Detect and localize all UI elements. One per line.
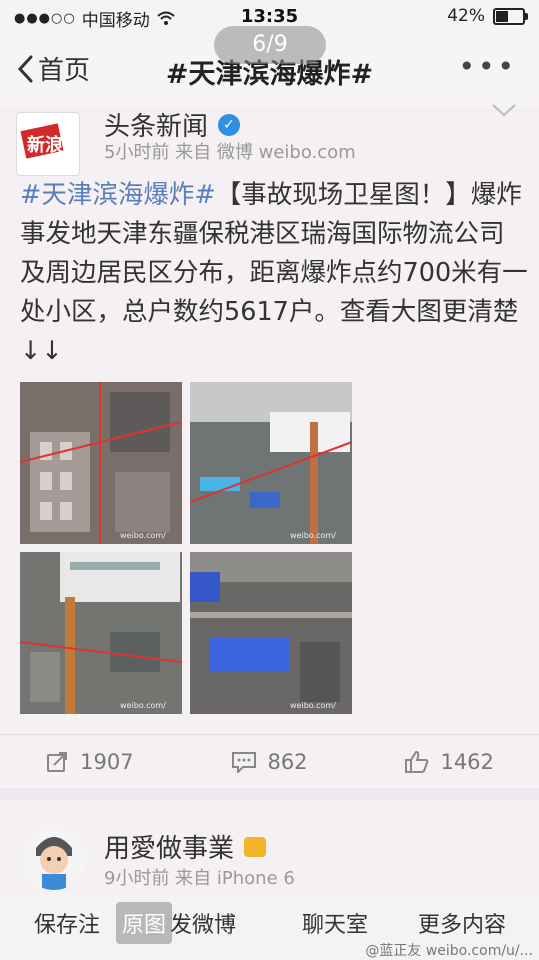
svg-text:weibo.com/: weibo.com/	[290, 531, 336, 540]
chevron-down-icon[interactable]	[491, 102, 517, 118]
send-weibo-button[interactable]: 发微博	[170, 902, 236, 944]
battery-percent: 42%	[447, 6, 485, 26]
image-watermark: weibo.com/	[120, 531, 166, 540]
post2-meta: 9小时前 来自 iPhone 6	[104, 868, 295, 889]
avatar-2[interactable]	[22, 826, 86, 890]
post-text: #天津滨海爆炸#【事故现场卫星图！】爆炸事发地天津东疆保税港区瑞海国际物流公司及…	[20, 176, 528, 371]
repost-button[interactable]: 1907	[0, 735, 180, 789]
save-suffix: 注	[78, 913, 101, 938]
weibo-watermark: @蓝正友 weibo.com/u/...	[365, 943, 533, 959]
post-meta: 5小时前 来自 微博 weibo.com	[104, 142, 356, 163]
repost-count: 1907	[80, 750, 134, 774]
comment-icon	[232, 752, 257, 773]
satellite-image-1[interactable]: weibo.com/	[20, 382, 182, 544]
post2-author[interactable]: 用愛做事業	[104, 828, 267, 865]
thumbs-up-icon	[405, 750, 429, 773]
repost-icon	[47, 752, 68, 772]
post-actions: 1907 862 1462	[0, 734, 539, 789]
chat-label: 聊天	[302, 913, 347, 938]
more-button[interactable]: •••	[458, 50, 517, 83]
svg-text:weibo.com/: weibo.com/	[290, 701, 336, 710]
avatar-text: 新浪	[27, 134, 63, 156]
battery-fill	[496, 10, 508, 22]
like-button[interactable]: 1462	[359, 735, 539, 789]
battery-icon	[493, 7, 528, 25]
member-badge-icon	[244, 836, 267, 857]
like-count: 1462	[440, 750, 494, 774]
save-label: 保存	[34, 913, 79, 938]
hashtag-link[interactable]: #天津滨海爆炸#	[20, 180, 216, 210]
image-page-indicator: 6/9	[214, 26, 326, 64]
satellite-image-3[interactable]: weibo.com/	[20, 552, 182, 714]
satellite-image-2[interactable]: weibo.com/	[190, 382, 352, 544]
more-content-label: 更多内容	[418, 913, 507, 938]
image-grid: weibo.com/ weibo.com/ weibo.com/ weibo.c…	[20, 382, 352, 714]
comment-count: 862	[267, 750, 308, 774]
author2-name[interactable]: 用愛做事業	[104, 828, 234, 865]
save-button[interactable]: 保存注	[34, 902, 100, 944]
avatar[interactable]: 新浪	[16, 112, 80, 176]
original-label: 原图	[122, 913, 167, 938]
chat-suffix: 室	[346, 913, 369, 938]
more-content-button[interactable]: 更多内容	[418, 902, 506, 944]
satellite-image-4[interactable]: weibo.com/	[190, 552, 352, 714]
comment-button[interactable]: 862	[180, 735, 360, 789]
verified-icon: ✓	[218, 113, 241, 136]
original-image-button[interactable]: 原图	[116, 902, 173, 944]
sina-logo-icon: 新浪	[17, 113, 79, 175]
status-right: 42%	[447, 6, 528, 26]
post-card[interactable]: 新浪 头条新闻 ✓ 5小时前 来自 微博 weibo.com #天津滨海爆炸#【…	[0, 104, 539, 789]
cartoon-avatar-icon	[22, 826, 86, 890]
svg-text:weibo.com/: weibo.com/	[120, 701, 166, 710]
send-label: 发微博	[170, 913, 237, 938]
chat-button[interactable]: 聊天室	[302, 902, 368, 944]
